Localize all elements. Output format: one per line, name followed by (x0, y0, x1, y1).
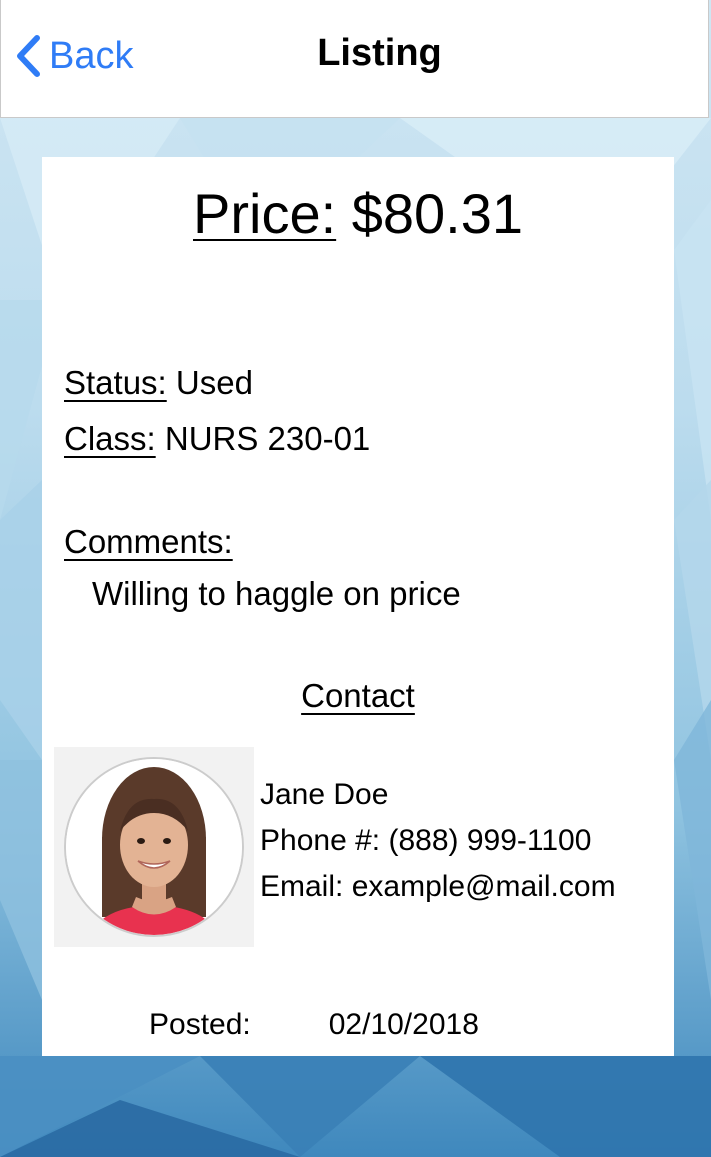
comments-row: Comments: (64, 522, 233, 562)
avatar (54, 747, 254, 947)
price-row: Price: $80.31 (42, 183, 674, 245)
status-value: Used (175, 364, 253, 401)
phone-value[interactable]: (888) 999-1100 (388, 824, 591, 857)
class-row: Class: NURS 230-01 (64, 419, 370, 459)
contact-name: Jane Doe (260, 778, 389, 811)
comments-value: Willing to haggle on price (92, 575, 461, 612)
email-label: Email: (260, 870, 344, 903)
class-value: NURS 230-01 (164, 420, 371, 457)
posted-row: Posted: 02/10/2018 (149, 1007, 479, 1043)
person-photo-icon (64, 757, 244, 937)
price-label: Price: (193, 182, 337, 245)
posted-label: Posted: (149, 1008, 251, 1041)
email-value[interactable]: example@mail.com (352, 870, 616, 903)
contact-heading: Contact (42, 676, 674, 716)
listing-screen: Back Listing Price: $80.31 Status: Used … (0, 0, 711, 1157)
posted-date: 02/10/2018 (328, 1008, 479, 1041)
comments-label: Comments: (64, 523, 233, 560)
status-row: Status: Used (64, 363, 253, 403)
phone-label: Phone #: (260, 824, 381, 857)
navigation-bar: Back Listing (0, 0, 709, 118)
price-value: $80.31 (351, 182, 523, 245)
class-label: Class: (64, 420, 156, 457)
contact-details: Jane Doe Phone #: (888) 999-1100 Email: … (260, 772, 616, 910)
contact-phone-row: Phone #: (888) 999-1100 (260, 818, 616, 864)
status-label: Status: (64, 364, 167, 401)
contact-email-row: Email: example@mail.com (260, 864, 616, 910)
contact-heading-label: Contact (301, 677, 415, 714)
listing-card: Price: $80.31 Status: Used Class: NURS 2… (42, 157, 674, 1056)
page-title: Listing (317, 32, 442, 74)
